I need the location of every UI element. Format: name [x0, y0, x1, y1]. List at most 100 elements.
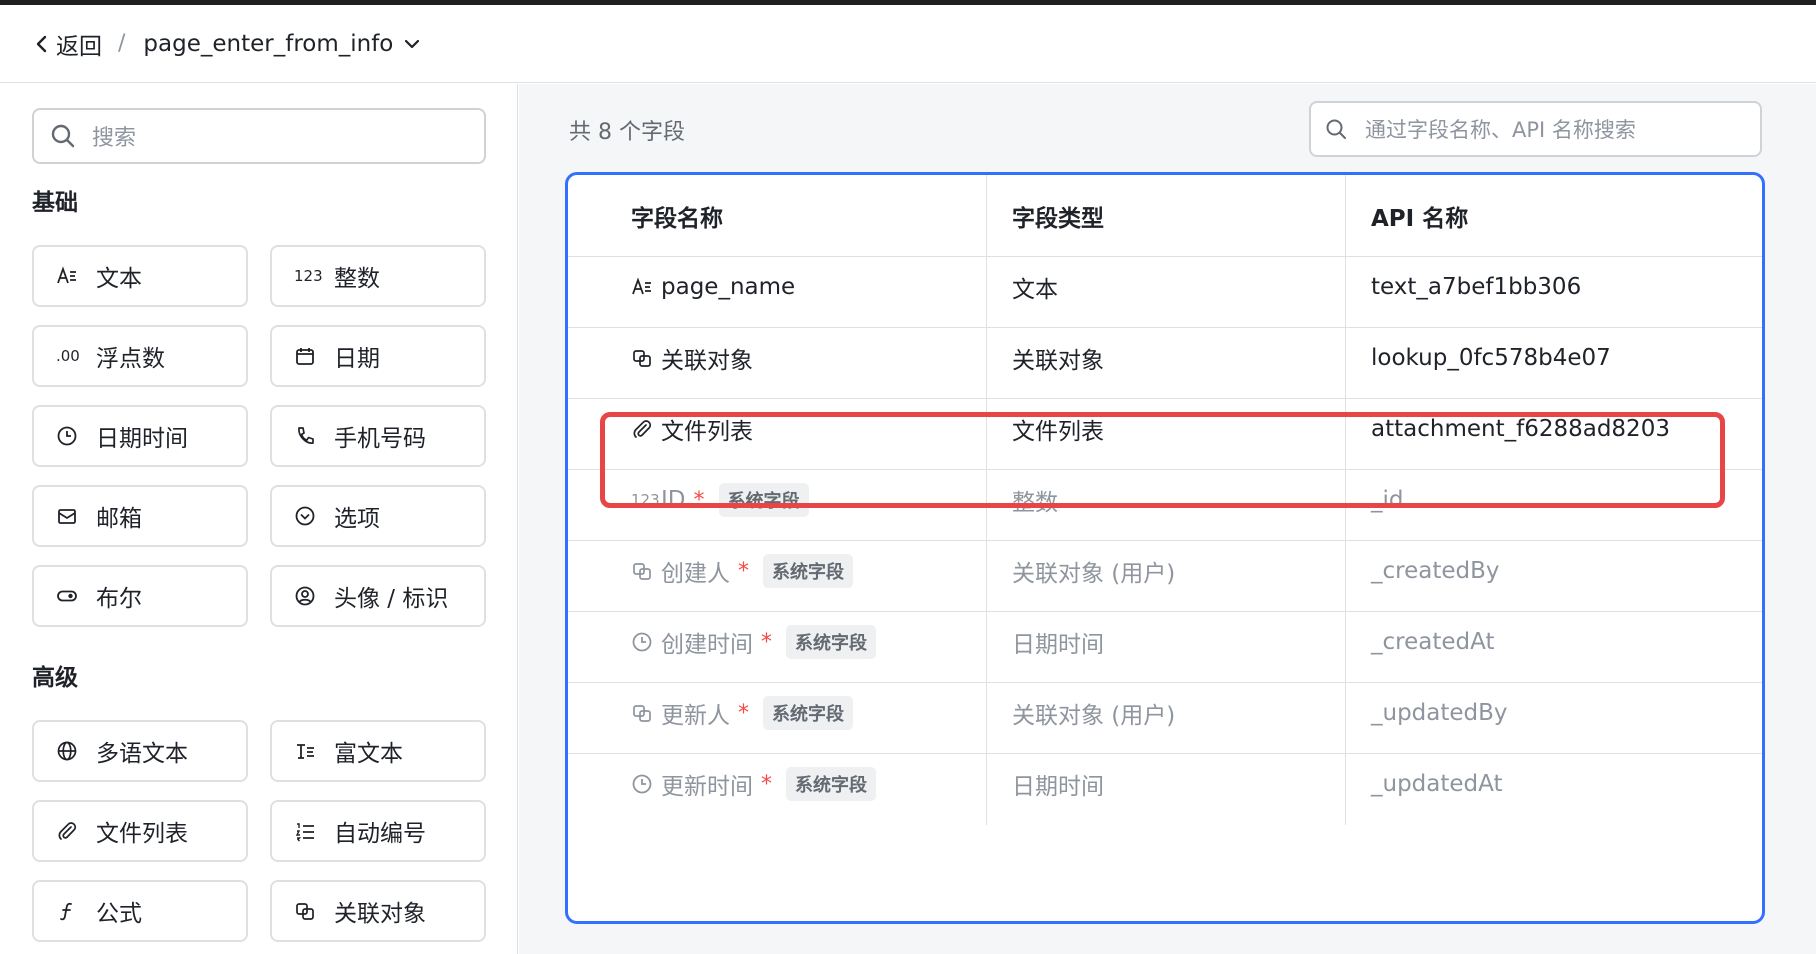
- object-selector[interactable]: page_enter_from_info: [143, 31, 421, 57]
- back-button[interactable]: 返回: [32, 27, 102, 61]
- type-label: 关联对象: [334, 901, 426, 927]
- required-mark: *: [738, 558, 749, 584]
- type-button-option[interactable]: 选项: [270, 485, 486, 547]
- system-field-badge: 系统字段: [786, 767, 876, 801]
- search-icon: [1326, 119, 1346, 139]
- field-name: ID: [661, 487, 686, 513]
- integer-icon: 123: [631, 491, 660, 509]
- type-button-lookup[interactable]: 关联对象: [270, 880, 486, 942]
- field-name: page_name: [661, 274, 796, 300]
- type-button-formula[interactable]: 公式: [32, 880, 248, 942]
- basic-section-title: 基础: [32, 190, 78, 216]
- type-button-avatar[interactable]: 头像 / 标识: [270, 565, 486, 627]
- lookup-icon: [294, 899, 324, 923]
- type-button-autonumber[interactable]: 自动编号: [270, 800, 486, 862]
- type-button-attachment[interactable]: 文件列表: [32, 800, 248, 862]
- field-type: 日期时间: [987, 601, 1346, 683]
- sidebar-search-placeholder: 搜索: [92, 126, 137, 151]
- type-label: 布尔: [96, 586, 142, 612]
- required-mark: *: [693, 487, 705, 513]
- field-name: 关联对象: [661, 348, 753, 374]
- search-icon: [51, 124, 75, 148]
- type-button-integer[interactable]: 123 整数: [270, 245, 486, 307]
- attachment-icon: [56, 819, 86, 843]
- breadcrumb-separator: /: [118, 31, 126, 56]
- type-button-text[interactable]: 文本: [32, 245, 248, 307]
- lookup-icon: [631, 701, 655, 725]
- type-button-date[interactable]: 日期: [270, 325, 486, 387]
- list-number-icon: [294, 819, 324, 843]
- field-search-placeholder: 通过字段名称、API 名称搜索: [1365, 118, 1636, 142]
- type-button-multilang[interactable]: 多语文本: [32, 720, 248, 782]
- field-api-name: _id: [1371, 487, 1404, 513]
- type-button-phone[interactable]: 手机号码: [270, 405, 486, 467]
- type-label: 多语文本: [96, 741, 188, 767]
- clock-icon: [56, 424, 86, 448]
- type-label: 头像 / 标识: [334, 586, 449, 612]
- type-button-datetime[interactable]: 日期时间: [32, 405, 248, 467]
- field-name: 创建时间: [661, 632, 753, 658]
- decimal-icon: .00: [56, 347, 80, 365]
- table-row[interactable]: 创建人 * 系统字段 关联对象 (用户) _createdBy: [568, 530, 1762, 612]
- chevron-down-icon: [405, 39, 420, 48]
- field-name: 创建人: [661, 561, 730, 587]
- calendar-icon: [294, 344, 324, 368]
- page-title: page_enter_from_info: [143, 30, 394, 57]
- field-api-name: _createdAt: [1371, 629, 1495, 655]
- fields-table: 字段名称 字段类型 API 名称 page_name 文本 text_a7bef…: [565, 172, 1765, 924]
- table-header-row: 字段名称 字段类型 API 名称: [568, 175, 1762, 257]
- column-header-name: 字段名称: [568, 175, 987, 257]
- text-icon: [631, 275, 655, 299]
- system-field-badge: 系统字段: [763, 696, 853, 730]
- rich-text-icon: [294, 739, 324, 763]
- field-search-input[interactable]: 通过字段名称、API 名称搜索: [1309, 101, 1762, 157]
- integer-icon: 123: [294, 267, 323, 285]
- type-label: 公式: [96, 901, 142, 927]
- system-field-badge: 系统字段: [763, 554, 853, 588]
- field-api-name: attachment_f6288ad8203: [1371, 416, 1670, 442]
- back-label: 返回: [56, 33, 102, 60]
- field-api-name: text_a7bef1bb306: [1371, 274, 1582, 300]
- sidebar-search-input[interactable]: 搜索: [32, 108, 486, 164]
- type-label: 日期时间: [96, 426, 188, 452]
- required-mark: *: [761, 629, 772, 655]
- type-button-decimal[interactable]: .00 浮点数: [32, 325, 248, 387]
- table-row[interactable]: 关联对象 关联对象 lookup_0fc578b4e07: [568, 317, 1762, 399]
- attachment-icon: [631, 417, 655, 441]
- type-label: 富文本: [334, 741, 403, 767]
- type-button-email[interactable]: 邮箱: [32, 485, 248, 547]
- table-row[interactable]: 创建时间 * 系统字段 日期时间 _createdAt: [568, 601, 1762, 683]
- table-row[interactable]: 文件列表 文件列表 attachment_f6288ad8203: [568, 388, 1762, 470]
- type-label: 日期: [334, 346, 380, 372]
- type-button-richtext[interactable]: 富文本: [270, 720, 486, 782]
- option-icon: [294, 504, 324, 528]
- table-row[interactable]: page_name 文本 text_a7bef1bb306: [568, 246, 1762, 328]
- required-mark: *: [761, 771, 772, 797]
- field-name: 更新时间: [661, 774, 753, 800]
- field-api-name: _createdBy: [1371, 558, 1500, 584]
- type-button-boolean[interactable]: 布尔: [32, 565, 248, 627]
- field-api-name: lookup_0fc578b4e07: [1371, 345, 1611, 371]
- globe-icon: [56, 739, 86, 763]
- field-count-label: 共 8 个字段: [569, 120, 685, 145]
- field-name: 更新人: [661, 703, 730, 729]
- avatar-icon: [294, 584, 324, 608]
- column-header-type: 字段类型: [987, 175, 1346, 257]
- type-label: 邮箱: [96, 506, 142, 532]
- formula-icon: [56, 899, 86, 923]
- field-type: 整数: [987, 459, 1346, 541]
- field-type: 关联对象: [987, 317, 1346, 399]
- mail-icon: [56, 504, 86, 528]
- table-row[interactable]: 更新人 * 系统字段 关联对象 (用户) _updatedBy: [568, 672, 1762, 754]
- type-label: 文件列表: [96, 821, 188, 847]
- clock-icon: [631, 630, 655, 654]
- type-label: 整数: [334, 266, 380, 292]
- field-type: 日期时间: [987, 743, 1346, 825]
- field-type: 关联对象 (用户): [987, 672, 1346, 754]
- field-type: 文件列表: [987, 388, 1346, 470]
- advanced-section-title: 高级: [32, 665, 78, 691]
- table-row[interactable]: 123 ID * 系统字段 整数 _id: [568, 459, 1762, 541]
- type-label: 手机号码: [334, 426, 426, 452]
- table-row[interactable]: 更新时间 * 系统字段 日期时间 _updatedAt: [568, 743, 1762, 825]
- lookup-icon: [631, 559, 655, 583]
